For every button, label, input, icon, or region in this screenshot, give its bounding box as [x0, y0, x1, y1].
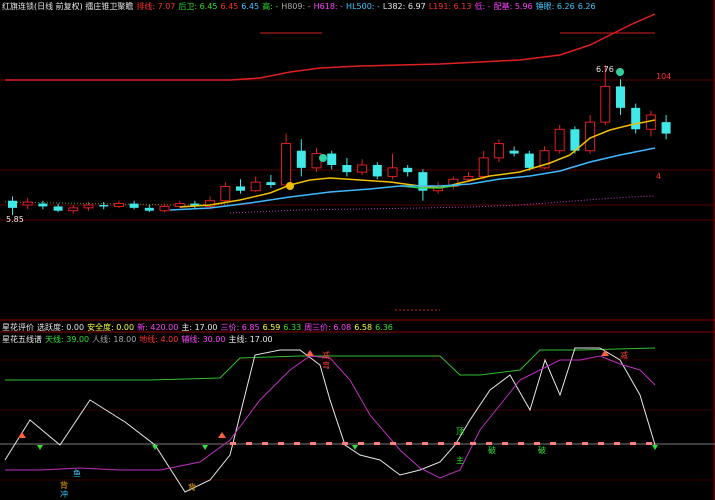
- signal-tick: [502, 442, 508, 445]
- buy-arrow-icon: [18, 432, 26, 438]
- osc-label: 顶: [456, 427, 464, 436]
- buy-arrow-icon: [306, 350, 314, 356]
- osc-label: 破: [488, 446, 496, 455]
- candle: [236, 186, 245, 191]
- signal-tick: [294, 442, 300, 445]
- osc-label: 背: [188, 483, 196, 492]
- candlestick-series: [8, 65, 671, 215]
- signal-tick: [438, 442, 444, 445]
- candle: [296, 150, 306, 168]
- stock-chart[interactable]: [0, 0, 715, 500]
- candle: [159, 205, 170, 212]
- osc-label: 弯: [322, 361, 330, 370]
- sky-line: [5, 347, 656, 381]
- candle: [99, 205, 109, 207]
- candle: [250, 181, 261, 192]
- candle: [600, 85, 611, 123]
- right-mid-label: 4: [656, 172, 662, 181]
- low-price-label: 5.85: [6, 215, 24, 224]
- signal-tick: [582, 442, 588, 445]
- candle: [83, 204, 94, 209]
- sell-arrow-icon: [352, 445, 358, 450]
- candle: [144, 207, 154, 211]
- aux-line: [5, 355, 656, 479]
- candle: [554, 128, 565, 152]
- candle: [616, 86, 625, 108]
- signal-tick: [646, 442, 652, 445]
- signal-dot-icon: [286, 182, 294, 190]
- candle: [311, 153, 322, 169]
- candle: [403, 167, 413, 173]
- candle: [342, 165, 352, 173]
- candle: [281, 143, 292, 186]
- osc-label: 冲: [60, 490, 68, 499]
- signal-tick: [422, 442, 428, 445]
- candle: [113, 203, 124, 207]
- candle: [8, 200, 17, 208]
- candle: [661, 122, 671, 134]
- candle: [327, 153, 337, 165]
- signal-tick: [470, 442, 476, 445]
- mid-ma-line: [169, 147, 656, 211]
- signal-tick: [598, 442, 604, 445]
- candle: [631, 107, 641, 130]
- candle: [372, 165, 382, 177]
- candle: [478, 157, 489, 177]
- right-top-label: 104: [656, 72, 672, 81]
- osc-label: 减: [620, 351, 628, 360]
- sell-arrow-icon: [652, 445, 658, 450]
- candle: [266, 182, 276, 185]
- signal-tick: [262, 442, 268, 445]
- signal-tick: [374, 442, 380, 445]
- candle: [53, 206, 63, 211]
- candle: [357, 164, 368, 173]
- signal-tick: [326, 442, 332, 445]
- signal-tick: [310, 442, 316, 445]
- candle: [220, 185, 231, 202]
- signal-tick: [550, 442, 556, 445]
- buy-arrow-icon: [218, 432, 226, 438]
- osc-label: 鱼: [73, 469, 81, 478]
- signal-dot-icon: [616, 68, 624, 76]
- candle: [174, 203, 185, 207]
- signal-markers: [18, 68, 658, 450]
- candle: [509, 150, 519, 154]
- signal-tick: [278, 442, 284, 445]
- signal-dot-icon: [319, 154, 327, 162]
- signal-tick: [390, 442, 396, 445]
- signal-tick: [230, 442, 236, 445]
- long-ma-line: [5, 13, 656, 81]
- signal-tick: [406, 442, 412, 445]
- candle: [129, 203, 139, 208]
- signal-tick: [566, 442, 572, 445]
- signal-tick: [630, 442, 636, 445]
- candle: [22, 201, 33, 206]
- osc-label: 破: [538, 446, 546, 455]
- osc-label: 主: [456, 456, 464, 465]
- sell-arrow-icon: [202, 445, 208, 450]
- main-line: [4, 347, 656, 493]
- candle: [524, 153, 534, 168]
- candle: [463, 175, 474, 180]
- signal-tick: [358, 442, 364, 445]
- candle: [493, 143, 504, 159]
- candle: [38, 203, 48, 207]
- candle: [68, 207, 79, 212]
- signal-tick: [518, 442, 524, 445]
- candle: [387, 167, 398, 177]
- sell-arrow-icon: [37, 445, 43, 450]
- signal-tick: [614, 442, 620, 445]
- signal-tick: [246, 442, 252, 445]
- signal-tick: [454, 442, 460, 445]
- signal-tick: [342, 442, 348, 445]
- high-price-label: 6.76: [596, 65, 614, 74]
